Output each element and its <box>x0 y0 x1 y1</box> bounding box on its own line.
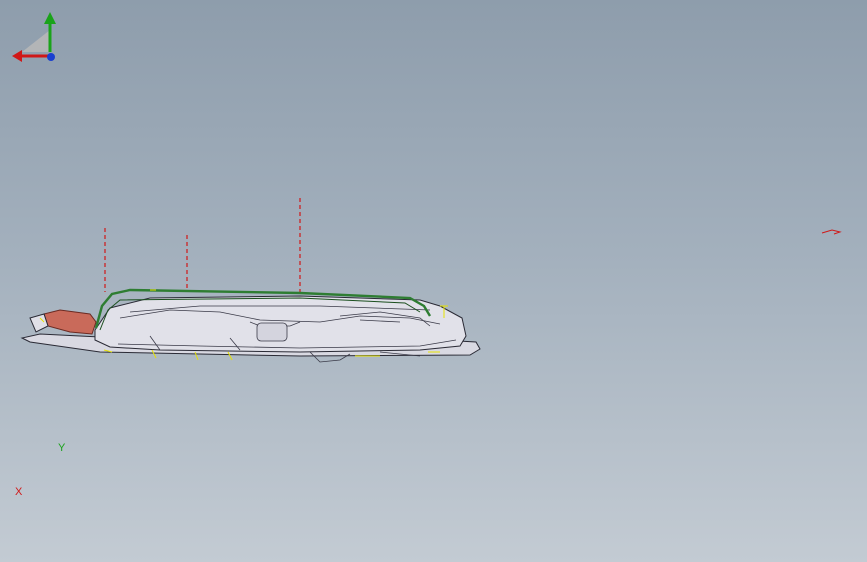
handle-part <box>43 309 97 335</box>
graphics-viewport[interactable]: X Y <box>0 0 867 562</box>
triad-y-arrow <box>44 12 56 24</box>
marker-glyph <box>821 229 842 235</box>
coordinate-triad-icon <box>12 12 56 62</box>
triad-x-arrow <box>12 50 22 62</box>
triad-x-label: X <box>15 486 23 498</box>
model-view[interactable] <box>0 0 867 562</box>
triad-z-axis <box>47 53 55 61</box>
triad-plane <box>22 30 50 52</box>
handle-clip <box>29 313 49 333</box>
triad-y-label: Y <box>58 442 66 454</box>
reference-lines <box>104 198 301 292</box>
